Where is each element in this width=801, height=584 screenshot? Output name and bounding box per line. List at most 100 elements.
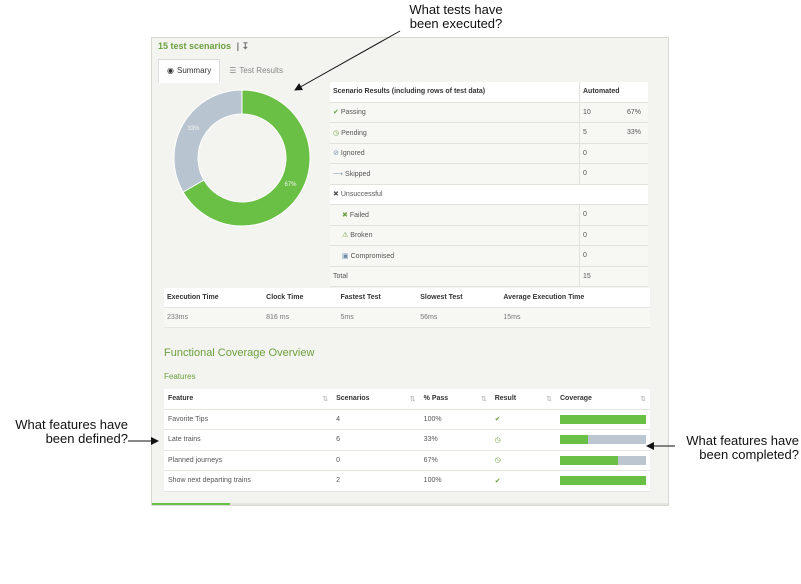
sort-icon[interactable]: ⇅ — [640, 395, 646, 403]
result-label: Broken — [350, 232, 373, 240]
check-circle-icon: ✔ — [333, 109, 339, 117]
callout-features-completed: What features have been completed? — [675, 434, 799, 462]
callout-tests-executed: What tests have been executed? — [392, 3, 520, 31]
execution-time-value: 233ms — [164, 307, 264, 328]
result-label: Pending — [341, 129, 367, 137]
report-panel: 15 test scenarios | ↧ ◉ Summary ☰ Test Res… — [151, 37, 669, 506]
coverage-bar-fill — [560, 414, 646, 424]
result-row-total: Total 15 — [330, 266, 648, 287]
callout-features-defined: What features have been defined? — [2, 418, 128, 446]
result-count: 0 — [579, 143, 624, 164]
coverage-bar-fill — [560, 476, 646, 486]
result-label: Compromised — [350, 252, 395, 260]
download-icon[interactable]: | ↧ — [237, 41, 250, 51]
clock-icon: ◷ — [494, 436, 501, 444]
report-title: 15 test scenarios | ↧ — [158, 41, 249, 52]
execution-time-table: Execution Time Clock Time Fastest Test S… — [164, 288, 650, 328]
skip-icon: ⟶ — [333, 170, 344, 178]
coverage-bar — [560, 414, 646, 424]
column-label: Coverage — [560, 394, 592, 402]
pie-slice-pending[interactable] — [173, 89, 243, 193]
progress-line-fill — [152, 503, 230, 505]
scenario-count: 0 — [332, 450, 420, 471]
result-pct: 33% — [624, 122, 648, 144]
sort-icon[interactable]: ⇅ — [410, 395, 416, 403]
result-count: 0 — [579, 245, 624, 267]
automated-header: Automated — [579, 82, 648, 103]
check-circle-icon: ✔ — [494, 416, 501, 424]
result-pct — [624, 163, 648, 185]
result-row-compromised[interactable]: ▣ Compromised 0 — [330, 245, 648, 267]
column-label: % Pass — [423, 394, 449, 402]
sort-icon[interactable]: ⇅ — [481, 395, 487, 403]
pass-rate: 100% — [419, 409, 491, 430]
times-circle-icon: ✖ — [342, 211, 348, 219]
pie-slice-label: 67% — [284, 182, 297, 188]
tab-test-results[interactable]: ☰ Test Results — [220, 59, 292, 83]
feature-name-link[interactable]: Show next departing trains — [164, 470, 333, 492]
coverage-bar-fill — [560, 435, 589, 445]
list-icon: ☰ — [229, 66, 237, 75]
result-label: Skipped — [345, 170, 371, 178]
callout-line: been completed? — [699, 447, 799, 462]
coverage-bar — [560, 435, 646, 445]
scenario-results-header: Scenario Results (including rows of test… — [330, 82, 580, 103]
section-title: Functional Coverage Overview — [164, 347, 315, 359]
slowest-test-value: 56ms — [417, 307, 501, 328]
callout-line: What features have — [15, 417, 128, 432]
ban-icon: ⊘ — [333, 150, 339, 158]
result-count: 0 — [579, 163, 624, 185]
result-row-ignored[interactable]: ⊘ Ignored 0 — [330, 143, 648, 164]
sort-icon[interactable]: ⇅ — [322, 395, 328, 403]
result-label: Unsuccessful — [340, 191, 383, 199]
pass-rate: 33% — [419, 429, 491, 451]
coverage-bar — [560, 476, 646, 486]
scenario-count-title: 15 test scenarios — [158, 41, 232, 51]
average-execution-header: Average Execution Time — [500, 288, 650, 308]
column-label: Scenarios — [336, 394, 370, 402]
result-count: 0 — [579, 204, 624, 226]
callout-line: What features have — [686, 433, 799, 448]
scenario-count: 2 — [332, 470, 420, 492]
result-count: 5 — [579, 122, 624, 144]
sort-icon[interactable]: ⇅ — [546, 395, 552, 403]
clock-icon: ◷ — [333, 129, 340, 137]
tab-label: Summary — [176, 66, 212, 75]
scenario-donut-chart: 67% 33% — [173, 89, 311, 227]
feature-name-link[interactable]: Planned journeys — [164, 450, 333, 471]
result-column-header[interactable]: Result ⇅ — [490, 389, 556, 410]
average-execution-value: 15ms — [500, 307, 650, 328]
result-row-failed[interactable]: ✖ Failed 0 — [330, 204, 648, 226]
result-row-broken[interactable]: ⚠ Broken 0 — [330, 225, 648, 246]
table-row[interactable]: Show next departing trains 2 100% ✔ — [164, 470, 650, 492]
table-row[interactable]: Favorite Tips 4 100% ✔ — [164, 409, 650, 430]
table-header-row: Scenario Results (including rows of test… — [330, 82, 648, 103]
table-row[interactable]: Planned journeys 0 67% ◷ — [164, 450, 650, 471]
feature-column-header[interactable]: Feature ⇅ — [164, 389, 333, 410]
tab-bar: ◉ Summary ☰ Test Results — [158, 59, 292, 83]
pie-slice-label: 33% — [187, 126, 200, 132]
coverage-column-header[interactable]: Coverage ⇅ — [556, 389, 650, 410]
tab-summary[interactable]: ◉ Summary — [158, 59, 221, 83]
result-pct: 67% — [624, 102, 648, 123]
pass-column-header[interactable]: % Pass ⇅ — [419, 389, 491, 410]
table-row[interactable]: Late trains 6 33% ◷ — [164, 429, 650, 451]
progress-line — [152, 503, 668, 505]
result-row-passing[interactable]: ✔ Passing 10 67% — [330, 102, 648, 123]
pass-rate: 67% — [419, 450, 491, 471]
result-row-skipped[interactable]: ⟶ Skipped 0 — [330, 163, 648, 185]
fastest-test-value: 5ms — [337, 307, 418, 328]
result-count: 0 — [579, 225, 624, 246]
table-row: 233ms 816 ms 5ms 56ms 15ms — [164, 307, 650, 328]
result-row-pending[interactable]: ◷ Pending 5 33% — [330, 122, 648, 144]
slowest-test-header: Slowest Test — [417, 288, 501, 308]
column-label: Result — [494, 394, 517, 402]
feature-name-link[interactable]: Favorite Tips — [164, 409, 333, 430]
tab-label: Test Results — [239, 66, 283, 75]
feature-name-link[interactable]: Late trains — [164, 429, 333, 451]
total-count: 15 — [579, 266, 624, 287]
times-icon: ✖ — [333, 191, 339, 199]
features-label: Features — [164, 372, 196, 381]
check-circle-icon: ✔ — [494, 477, 501, 485]
scenarios-column-header[interactable]: Scenarios ⇅ — [332, 389, 420, 410]
